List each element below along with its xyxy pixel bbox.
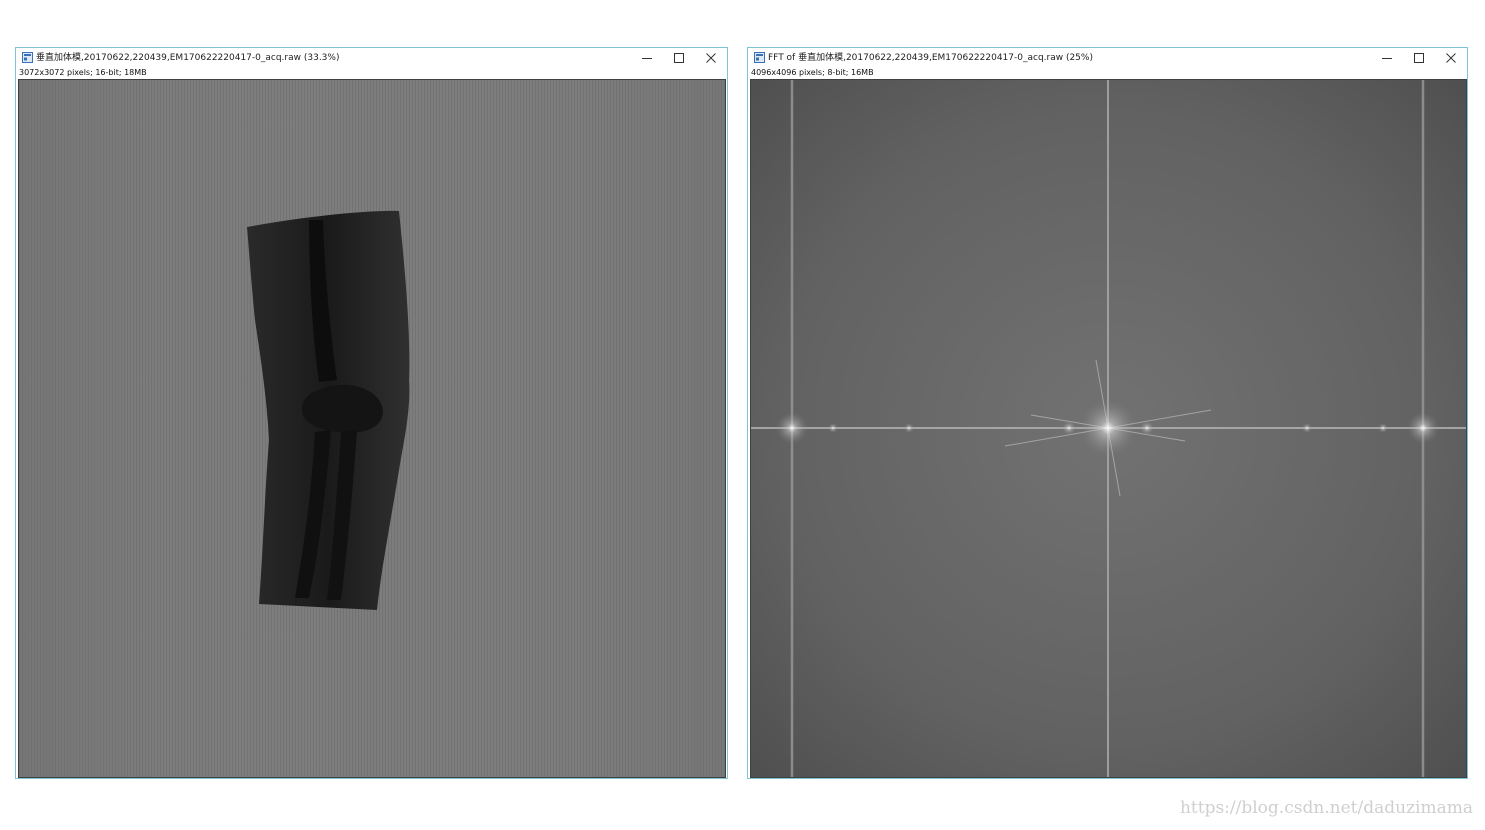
maximize-icon <box>674 53 684 63</box>
maximize-button[interactable] <box>1403 48 1435 68</box>
minimize-icon <box>642 58 652 59</box>
fft-power-spectrum <box>751 80 1466 777</box>
image-window-xray[interactable]: 垂直加体模,20170622,220439,EM170622220417-0_a… <box>15 47 728 779</box>
title-bar[interactable]: FFT of 垂直加体模,20170622,220439,EM170622220… <box>748 48 1467 68</box>
close-button[interactable] <box>1435 48 1467 68</box>
close-button[interactable] <box>695 48 727 68</box>
window-title: FFT of 垂直加体模,20170622,220439,EM170622220… <box>768 53 1093 63</box>
x-ray-elbow-radiograph <box>19 80 725 777</box>
close-icon <box>706 53 716 63</box>
image-info: 3072x3072 pixels; 16-bit; 18MB <box>19 68 147 77</box>
close-icon <box>1446 53 1456 63</box>
watermark-url: https://blog.csdn.net/daduzimama <box>1179 798 1473 818</box>
window-title: 垂直加体模,20170622,220439,EM170622220417-0_a… <box>36 53 340 63</box>
imagej-image-icon <box>22 52 33 63</box>
xray-image-canvas[interactable] <box>18 79 726 778</box>
maximize-button[interactable] <box>663 48 695 68</box>
maximize-icon <box>1414 53 1424 63</box>
image-window-fft[interactable]: FFT of 垂直加体模,20170622,220439,EM170622220… <box>747 47 1468 779</box>
minimize-button[interactable] <box>1371 48 1403 68</box>
image-info: 4096x4096 pixels; 8-bit; 16MB <box>751 68 874 77</box>
title-bar[interactable]: 垂直加体模,20170622,220439,EM170622220417-0_a… <box>16 48 727 68</box>
minimize-icon <box>1382 58 1392 59</box>
fft-image-canvas[interactable] <box>750 79 1467 778</box>
minimize-button[interactable] <box>631 48 663 68</box>
imagej-image-icon <box>754 52 765 63</box>
